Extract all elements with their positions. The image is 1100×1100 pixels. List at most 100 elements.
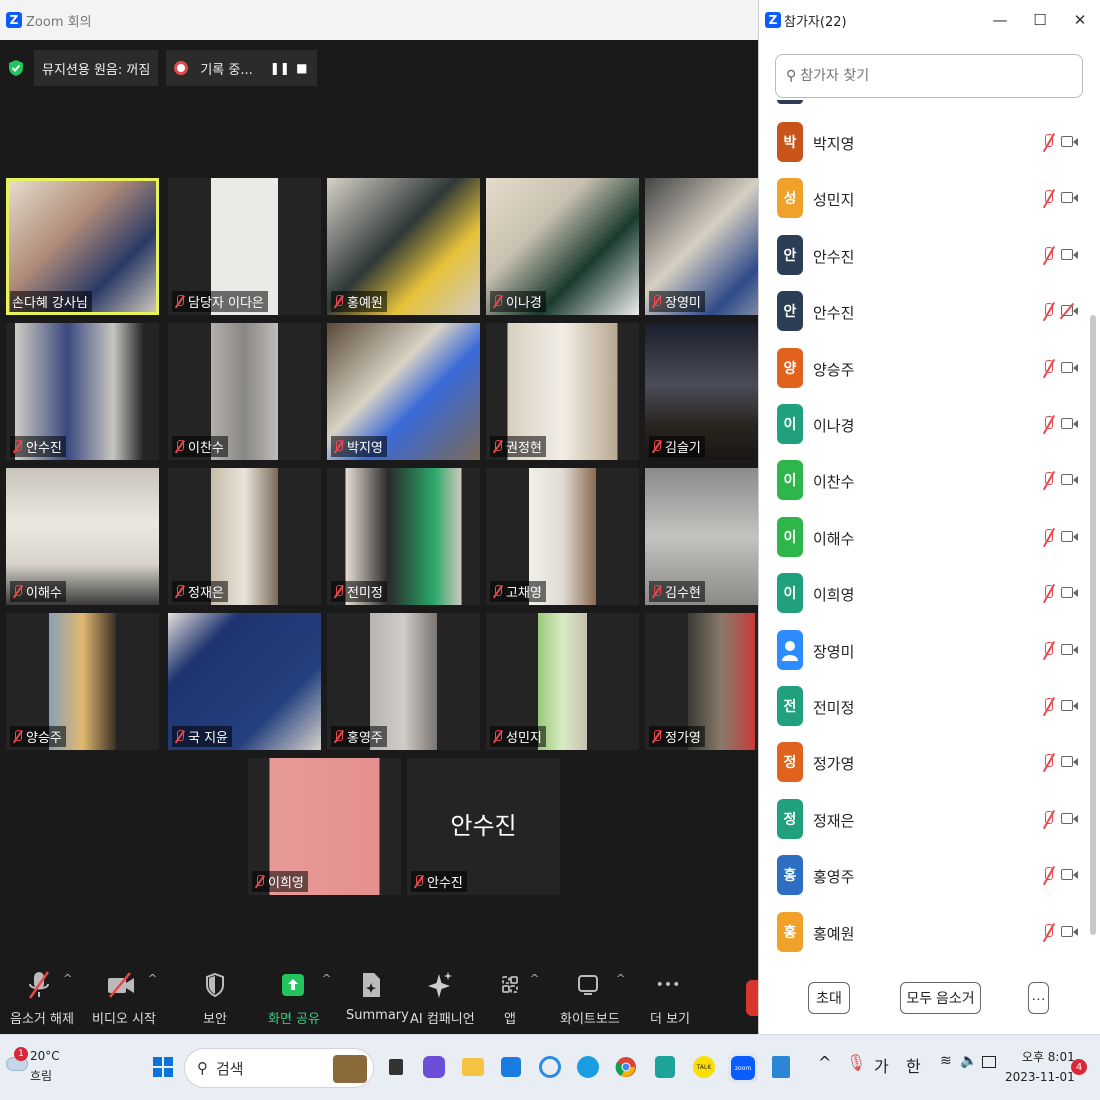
start-video-button[interactable]: 비디오 시작 bbox=[92, 968, 156, 1027]
participant-row[interactable]: 정 정가영 bbox=[759, 734, 1089, 790]
minimize-icon[interactable]: — bbox=[980, 0, 1020, 40]
video-camera-icon[interactable] bbox=[1061, 587, 1078, 599]
kakaotalk-icon[interactable]: TALK bbox=[691, 1053, 717, 1081]
ime-ga[interactable]: 가 bbox=[874, 1053, 889, 1077]
summary-button[interactable]: Summary bbox=[346, 968, 409, 1023]
share-options-caret-icon[interactable]: ^ bbox=[322, 972, 331, 985]
close-icon[interactable]: ✕ bbox=[1060, 0, 1100, 40]
security-button[interactable]: 보안 bbox=[200, 968, 230, 1027]
battery-icon[interactable] bbox=[982, 1053, 996, 1068]
participant-row[interactable]: 이 이해수 bbox=[759, 509, 1089, 565]
video-tile[interactable]: 홍영주 bbox=[327, 613, 480, 750]
video-tile[interactable]: 담당자 이다은 bbox=[168, 178, 321, 315]
apps-caret-icon[interactable]: ^ bbox=[530, 972, 539, 985]
participant-row[interactable]: 안 안수진 bbox=[759, 283, 1089, 339]
mic-muted-icon[interactable] bbox=[1041, 584, 1055, 604]
video-camera-icon[interactable] bbox=[1061, 361, 1078, 373]
video-camera-icon[interactable] bbox=[1061, 418, 1078, 429]
mic-muted-icon[interactable] bbox=[1041, 697, 1055, 717]
mic-muted-icon[interactable] bbox=[1041, 133, 1055, 153]
file-explorer-icon[interactable] bbox=[460, 1053, 486, 1081]
share-screen-button[interactable]: 화면 공유 bbox=[268, 968, 320, 1027]
video-tile[interactable]: 이찬수 bbox=[168, 323, 321, 460]
video-camera-icon[interactable] bbox=[1061, 474, 1078, 486]
mute-all-button[interactable]: 모두 음소거 bbox=[900, 982, 981, 1014]
participant-row[interactable]: 이 이나경 bbox=[759, 396, 1089, 452]
unmute-button[interactable]: 음소거 해제 bbox=[10, 968, 74, 1027]
mic-muted-icon[interactable] bbox=[1041, 246, 1055, 266]
video-tile[interactable]: 안수진 bbox=[6, 323, 159, 460]
more-button[interactable]: ••• 더 보기 bbox=[650, 968, 690, 1027]
participant-row[interactable]: 장영미 bbox=[759, 622, 1089, 678]
mic-muted-icon[interactable] bbox=[1041, 189, 1055, 209]
video-tile[interactable]: 이나경 bbox=[486, 178, 639, 315]
whiteboard-button[interactable]: 화이트보드 bbox=[560, 968, 620, 1027]
video-tile[interactable]: 고채영 bbox=[486, 468, 639, 605]
notepad-icon[interactable] bbox=[768, 1053, 794, 1081]
volume-icon[interactable]: 🔈 bbox=[960, 1053, 977, 1069]
participant-row[interactable]: 전 전미정 bbox=[759, 678, 1089, 734]
video-options-caret-icon[interactable]: ^ bbox=[148, 972, 157, 985]
scrollbar-thumb[interactable] bbox=[1090, 315, 1096, 935]
mic-muted-icon[interactable] bbox=[1041, 753, 1055, 773]
participant-search-input[interactable] bbox=[800, 68, 1061, 84]
wifi-icon[interactable]: ≋ bbox=[940, 1053, 952, 1069]
video-tile[interactable]: 전미정 bbox=[327, 468, 480, 605]
mic-muted-icon[interactable] bbox=[1041, 641, 1055, 661]
store-app-icon[interactable] bbox=[498, 1053, 524, 1081]
video-camera-icon[interactable] bbox=[1061, 192, 1078, 204]
mic-muted-icon[interactable] bbox=[1041, 528, 1055, 548]
video-tile[interactable]: 양승주 bbox=[6, 613, 159, 750]
participant-row[interactable]: 안 안수진 bbox=[759, 227, 1089, 283]
participant-row[interactable]: 성 성민지 bbox=[759, 170, 1089, 226]
microphone-icon[interactable]: 🎙 bbox=[846, 1053, 866, 1072]
video-camera-icon[interactable] bbox=[1061, 925, 1078, 937]
video-tile[interactable]: 박지영 bbox=[327, 323, 480, 460]
video-tile[interactable]: 정재은 bbox=[168, 468, 321, 605]
notification-badge[interactable]: 4 bbox=[1071, 1059, 1087, 1075]
stop-recording-icon[interactable]: ■ bbox=[291, 57, 313, 79]
system-clock[interactable]: 오후 8:01 2023-11-01 bbox=[1005, 1047, 1075, 1087]
mic-muted-icon[interactable] bbox=[1041, 923, 1055, 943]
video-off-icon[interactable] bbox=[1061, 305, 1078, 317]
participant-row[interactable]: 정 정재은 bbox=[759, 791, 1089, 847]
video-tile[interactable]: 홍예원 bbox=[327, 178, 480, 315]
video-camera-icon[interactable] bbox=[1061, 530, 1078, 542]
maximize-icon[interactable]: ☐ bbox=[1020, 0, 1060, 40]
ime-han[interactable]: 한 bbox=[906, 1053, 921, 1077]
participant-row[interactable]: 박 박지영 bbox=[759, 114, 1089, 170]
mic-muted-icon[interactable] bbox=[1041, 302, 1055, 322]
participant-row[interactable]: 이 이찬수 bbox=[759, 452, 1089, 508]
participant-row[interactable]: 이 이희영 bbox=[759, 565, 1089, 621]
video-tile[interactable]: 권정현 bbox=[486, 323, 639, 460]
audio-options-caret-icon[interactable]: ^ bbox=[63, 972, 72, 985]
video-tile[interactable]: 국 지윤 bbox=[168, 613, 321, 750]
video-camera-icon[interactable] bbox=[1061, 643, 1078, 655]
video-camera-icon[interactable] bbox=[1061, 869, 1078, 881]
video-tile[interactable]: 이해수 bbox=[6, 468, 159, 605]
video-camera-icon[interactable] bbox=[1061, 248, 1078, 260]
start-windows-icon[interactable] bbox=[150, 1053, 176, 1081]
whiteboard-caret-icon[interactable]: ^ bbox=[616, 972, 625, 985]
edge-browser-icon[interactable] bbox=[575, 1053, 601, 1081]
video-camera-icon[interactable] bbox=[1061, 136, 1078, 147]
mic-muted-icon[interactable] bbox=[1041, 415, 1055, 435]
video-camera-icon[interactable] bbox=[1061, 812, 1078, 824]
mic-muted-icon[interactable] bbox=[1041, 471, 1055, 491]
pause-recording-icon[interactable]: ❚❚ bbox=[269, 57, 291, 79]
encryption-shield-icon[interactable] bbox=[6, 57, 26, 79]
video-tile[interactable]: 성민지 bbox=[486, 613, 639, 750]
participant-row[interactable]: 홍 홍영주 bbox=[759, 847, 1089, 903]
task-view-icon[interactable] bbox=[383, 1053, 409, 1081]
video-tile[interactable]: 안수진 안수진 bbox=[407, 758, 560, 895]
participant-search-box[interactable]: ⚲ bbox=[775, 54, 1083, 98]
end-meeting-button-edge[interactable] bbox=[746, 980, 758, 1016]
participant-row[interactable]: 홍 홍예원 bbox=[759, 904, 1089, 955]
mic-muted-icon[interactable] bbox=[1041, 810, 1055, 830]
mic-muted-icon[interactable] bbox=[1041, 359, 1055, 379]
participant-row[interactable]: 양 양승주 bbox=[759, 340, 1089, 396]
ai-companion-button[interactable]: AI 컴패니언 bbox=[410, 968, 475, 1027]
show-hidden-icons[interactable]: ^ bbox=[818, 1053, 831, 1072]
panel-more-button[interactable]: ··· bbox=[1028, 982, 1049, 1014]
video-tile[interactable]: 이희영 bbox=[248, 758, 401, 895]
